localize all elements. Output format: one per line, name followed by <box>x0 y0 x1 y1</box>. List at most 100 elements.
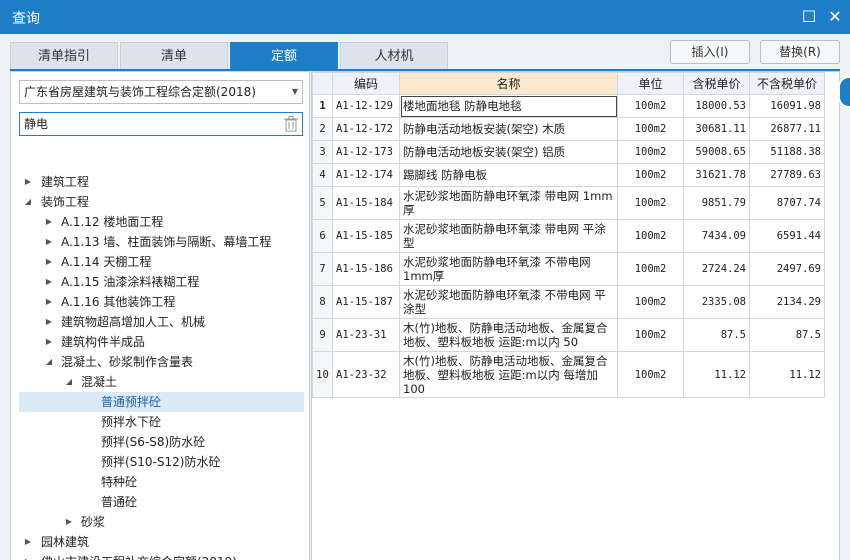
cell-price-tax[interactable]: 18000.53 <box>683 94 750 118</box>
tree-node[interactable]: ▶ A.1.13 墙、柱面装饰与隔断、幕墙工程 <box>11 232 309 252</box>
cell-code[interactable]: A1-15-184 <box>332 186 400 220</box>
cell-price-tax[interactable]: 2724.24 <box>683 252 750 286</box>
tree-node[interactable]: ▶ 建筑构件半成品 <box>11 332 309 352</box>
tab-quota[interactable]: 定额 <box>230 42 338 70</box>
cell-name[interactable]: 木(竹)地板、防静电活动地板、金属复合地板、塑料板地板 运距:m以内 每增加10… <box>399 351 618 398</box>
cell-price-notax[interactable]: 87.5 <box>749 318 825 352</box>
expand-caret-icon[interactable]: ▶ <box>44 272 54 292</box>
header-price-tax[interactable]: 含税单价 <box>683 72 750 95</box>
cell-price-tax[interactable]: 87.5 <box>683 318 750 352</box>
cell-unit[interactable]: 100m2 <box>617 163 684 187</box>
cell-unit[interactable]: 100m2 <box>617 186 684 220</box>
table-row[interactable]: 6 A1-15-185 水泥砂浆地面防静电环氧漆 带电网 平涂型 100m2 7… <box>312 219 825 253</box>
cell-code[interactable]: A1-12-172 <box>332 117 400 141</box>
cell-name[interactable]: 水泥砂浆地面防静电环氧漆 不带电网 平涂型 <box>399 285 618 319</box>
cell-price-tax[interactable]: 9851.79 <box>683 186 750 220</box>
cell-name[interactable]: 踢脚线 防静电板 <box>399 163 618 187</box>
cell-name[interactable]: 防静电活动地板安装(架空) 铝质 <box>399 140 618 164</box>
cell-unit[interactable]: 100m2 <box>617 318 684 352</box>
collapse-caret-icon[interactable]: ◢ <box>23 192 33 212</box>
cell-price-notax[interactable]: 16091.98 <box>749 94 825 118</box>
expand-caret-icon[interactable]: ▶ <box>23 172 33 192</box>
table-row[interactable]: 4 A1-12-174 踢脚线 防静电板 100m2 31621.78 2778… <box>312 163 825 187</box>
expand-caret-icon[interactable]: ▶ <box>64 512 74 532</box>
tree-node[interactable]: 预拌(S10-S12)防水砼 <box>11 452 309 472</box>
table-row[interactable]: 8 A1-15-187 水泥砂浆地面防静电环氧漆 不带电网 平涂型 100m2 … <box>312 285 825 319</box>
header-name[interactable]: 名称 <box>399 72 618 95</box>
collapse-caret-icon[interactable]: ◢ <box>64 372 74 392</box>
tree-node[interactable]: ▶ 建筑物超高增加人工、机械 <box>11 312 309 332</box>
cell-code[interactable]: A1-12-129 <box>332 94 400 118</box>
cell-name[interactable]: 水泥砂浆地面防静电环氧漆 带电网 平涂型 <box>399 219 618 253</box>
expand-caret-icon[interactable]: ▶ <box>44 212 54 232</box>
cell-unit[interactable]: 100m2 <box>617 94 684 118</box>
cell-price-tax[interactable]: 2335.08 <box>683 285 750 319</box>
tree-node[interactable]: ▶ 建筑工程 <box>11 172 309 192</box>
collapse-caret-icon[interactable]: ◢ <box>44 352 54 372</box>
expand-caret-icon[interactable]: ▶ <box>44 312 54 332</box>
maximize-icon[interactable]: ☐ <box>798 6 820 28</box>
tree-node[interactable]: ▶ 园林建筑 <box>11 532 309 552</box>
cell-code[interactable]: A1-12-174 <box>332 163 400 187</box>
tree-node[interactable]: ▶ 砂浆 <box>11 512 309 532</box>
cell-price-notax[interactable]: 6591.44 <box>749 219 825 253</box>
expand-caret-icon[interactable]: ▶ <box>23 552 33 560</box>
cell-code[interactable]: A1-15-187 <box>332 285 400 319</box>
table-row[interactable]: 5 A1-15-184 水泥砂浆地面防静电环氧漆 带电网 1mm厚 100m2 … <box>312 186 825 220</box>
cell-name[interactable]: 防静电活动地板安装(架空) 木质 <box>399 117 618 141</box>
cell-code[interactable]: A1-23-32 <box>332 351 400 398</box>
cell-unit[interactable]: 100m2 <box>617 117 684 141</box>
close-icon[interactable]: ✕ <box>824 6 846 28</box>
cell-price-notax[interactable]: 26877.11 <box>749 117 825 141</box>
header-price-notax[interactable]: 不含税单价 <box>749 72 825 95</box>
cell-name[interactable]: 水泥砂浆地面防静电环氧漆 带电网 1mm厚 <box>399 186 618 220</box>
tree-node[interactable]: 特种砼 <box>11 472 309 492</box>
replace-button[interactable]: 替换(R) <box>760 40 840 64</box>
side-float-icon[interactable] <box>838 76 850 108</box>
tree-node[interactable]: 预拌水下砼 <box>11 412 309 432</box>
tree-node[interactable]: 预拌(S6-S8)防水砼 <box>11 432 309 452</box>
cell-unit[interactable]: 100m2 <box>617 140 684 164</box>
tab-labor-material[interactable]: 人材机 <box>340 42 448 70</box>
expand-caret-icon[interactable]: ▶ <box>23 532 33 552</box>
cell-name[interactable]: 水泥砂浆地面防静电环氧漆 不带电网 1mm厚 <box>399 252 618 286</box>
tree-node-selected[interactable]: 普通预拌砼 <box>19 392 304 412</box>
table-row[interactable]: 1 A1-12-129 楼地面地毯 防静电地毯 100m2 18000.53 1… <box>312 94 825 118</box>
cell-code[interactable]: A1-12-173 <box>332 140 400 164</box>
cell-name[interactable]: 楼地面地毯 防静电地毯 <box>399 94 618 118</box>
insert-button[interactable]: 插入(I) <box>670 40 750 64</box>
cell-code[interactable]: A1-23-31 <box>332 318 400 352</box>
table-row[interactable]: 3 A1-12-173 防静电活动地板安装(架空) 铝质 100m2 59008… <box>312 140 825 164</box>
cell-unit[interactable]: 100m2 <box>617 285 684 319</box>
cell-price-notax[interactable]: 51188.38 <box>749 140 825 164</box>
cell-price-tax[interactable]: 7434.09 <box>683 219 750 253</box>
expand-caret-icon[interactable]: ▶ <box>44 332 54 352</box>
expand-caret-icon[interactable]: ▶ <box>44 232 54 252</box>
tab-bill-guide[interactable]: 清单指引 <box>10 42 118 70</box>
tree-node[interactable]: ▶ A.1.15 油漆涂料裱糊工程 <box>11 272 309 292</box>
tree-node[interactable]: ◢ 混凝土、砂浆制作含量表 <box>11 352 309 372</box>
tree-node[interactable]: ◢ 混凝土 <box>11 372 309 392</box>
cell-unit[interactable]: 100m2 <box>617 351 684 398</box>
cell-price-tax[interactable]: 31621.78 <box>683 163 750 187</box>
cell-price-notax[interactable]: 2134.29 <box>749 285 825 319</box>
table-row[interactable]: 10 A1-23-32 木(竹)地板、防静电活动地板、金属复合地板、塑料板地板 … <box>312 351 825 398</box>
table-row[interactable]: 7 A1-15-186 水泥砂浆地面防静电环氧漆 不带电网 1mm厚 100m2… <box>312 252 825 286</box>
cell-unit[interactable]: 100m2 <box>617 219 684 253</box>
expand-caret-icon[interactable]: ▶ <box>44 292 54 312</box>
tree-node[interactable]: ▶ 佛山市建设工程补充综合定额(2019) <box>11 552 309 560</box>
cell-price-notax[interactable]: 2497.69 <box>749 252 825 286</box>
table-row[interactable]: 9 A1-23-31 木(竹)地板、防静电活动地板、金属复合地板、塑料板地板 运… <box>312 318 825 352</box>
tree-node[interactable]: 普通砼 <box>11 492 309 512</box>
cell-price-notax[interactable]: 11.12 <box>749 351 825 398</box>
tab-bill[interactable]: 清单 <box>120 42 228 70</box>
cell-price-tax[interactable]: 30681.11 <box>683 117 750 141</box>
cell-unit[interactable]: 100m2 <box>617 252 684 286</box>
library-select[interactable]: 广东省房屋建筑与装饰工程综合定额(2018) ▼ <box>19 80 303 104</box>
cell-price-notax[interactable]: 27789.63 <box>749 163 825 187</box>
header-code[interactable]: 编码 <box>332 72 400 95</box>
cell-code[interactable]: A1-15-185 <box>332 219 400 253</box>
tree-node[interactable]: ▶ A.1.12 楼地面工程 <box>11 212 309 232</box>
cell-price-tax[interactable]: 59008.65 <box>683 140 750 164</box>
search-input[interactable]: 静电 <box>19 112 303 136</box>
